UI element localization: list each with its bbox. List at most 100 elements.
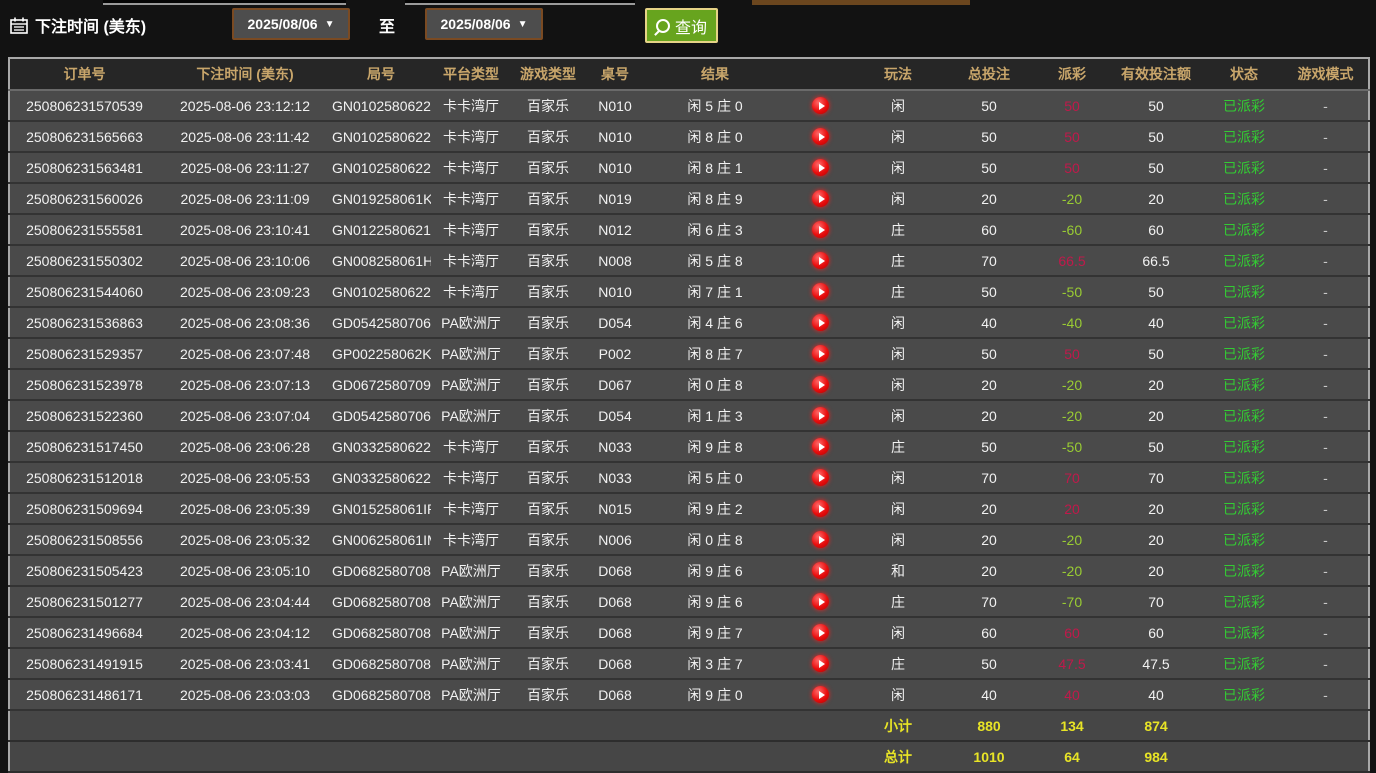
cell-result: 闲 8 庄 9 xyxy=(645,183,785,214)
query-button[interactable]: 查询 xyxy=(645,8,718,43)
cell-result: 闲 7 庄 1 xyxy=(645,276,785,307)
cell-status: 已派彩 xyxy=(1205,90,1283,121)
cell-valid: 50 xyxy=(1107,431,1205,462)
table-row: 2508062315293572025-08-06 23:07:48GP0022… xyxy=(9,338,1369,369)
date-from-select[interactable]: 2025/08/06 ▼ xyxy=(232,8,350,40)
column-header-order: 订单号 xyxy=(9,58,159,90)
cell-order: 250806231486171 xyxy=(9,679,159,710)
cell-bet: 50 xyxy=(941,121,1037,152)
cell-play: 闲 xyxy=(855,524,941,555)
cell-mode: - xyxy=(1283,679,1369,710)
grand-total-row: 总计101064984 xyxy=(9,741,1369,772)
cell-bet: 20 xyxy=(941,493,1037,524)
bet-records-table-wrapper: 订单号下注时间 (美东)局号平台类型游戏类型桌号结果玩法总投注派彩有效投注额状态… xyxy=(8,57,1368,773)
table-row: 2508062315555812025-08-06 23:10:41GN0122… xyxy=(9,214,1369,245)
cell-result: 闲 1 庄 3 xyxy=(645,400,785,431)
cell-play: 庄 xyxy=(855,586,941,617)
cell-round: GD0672580709U xyxy=(331,369,431,400)
play-video-button[interactable] xyxy=(812,252,829,269)
cell-round: GD06825807083 xyxy=(331,617,431,648)
cell-payout: -20 xyxy=(1037,555,1107,586)
cell-time: 2025-08-06 23:05:39 xyxy=(159,493,331,524)
date-to-select[interactable]: 2025/08/06 ▼ xyxy=(425,8,543,40)
play-video-button[interactable] xyxy=(812,128,829,145)
table-row: 2508062315096942025-08-06 23:05:39GN0152… xyxy=(9,493,1369,524)
play-video-button[interactable] xyxy=(812,655,829,672)
subtotal-row: 小计880134874 xyxy=(9,710,1369,741)
cell-platform: 卡卡湾厅 xyxy=(431,462,511,493)
table-row: 2508062314919152025-08-06 23:03:41GD0682… xyxy=(9,648,1369,679)
cell-game: 百家乐 xyxy=(511,493,585,524)
cell-play: 闲 xyxy=(855,338,941,369)
cell-valid: 20 xyxy=(1107,555,1205,586)
cell-payout: 50 xyxy=(1037,90,1107,121)
bet-records-table: 订单号下注时间 (美东)局号平台类型游戏类型桌号结果玩法总投注派彩有效投注额状态… xyxy=(8,57,1370,773)
cell-platform: 卡卡湾厅 xyxy=(431,524,511,555)
cell-payout: -60 xyxy=(1037,214,1107,245)
cell-bet: 50 xyxy=(941,276,1037,307)
grand-total-valid-bet: 984 xyxy=(1107,741,1205,772)
cell-platform: 卡卡湾厅 xyxy=(431,121,511,152)
cell-order: 250806231496684 xyxy=(9,617,159,648)
cell-replay xyxy=(785,617,855,648)
empty-cell xyxy=(1205,710,1369,741)
cell-play: 庄 xyxy=(855,276,941,307)
play-video-button[interactable] xyxy=(812,221,829,238)
cell-status: 已派彩 xyxy=(1205,369,1283,400)
cell-order: 250806231512018 xyxy=(9,462,159,493)
cell-status: 已派彩 xyxy=(1205,276,1283,307)
cell-mode: - xyxy=(1283,152,1369,183)
cell-bet: 40 xyxy=(941,679,1037,710)
column-header-game: 游戏类型 xyxy=(511,58,585,90)
play-video-button[interactable] xyxy=(812,624,829,641)
play-video-button[interactable] xyxy=(812,438,829,455)
cell-bet: 20 xyxy=(941,524,1037,555)
table-row: 2508062315503022025-08-06 23:10:06GN0082… xyxy=(9,245,1369,276)
cell-game: 百家乐 xyxy=(511,369,585,400)
cell-mode: - xyxy=(1283,90,1369,121)
cell-order: 250806231508556 xyxy=(9,524,159,555)
empty-cell xyxy=(9,741,855,772)
cell-valid: 50 xyxy=(1107,152,1205,183)
play-video-button[interactable] xyxy=(812,407,829,424)
table-row: 2508062315120182025-08-06 23:05:53GN0332… xyxy=(9,462,1369,493)
cell-result: 闲 5 庄 0 xyxy=(645,90,785,121)
column-header-result: 结果 xyxy=(645,58,785,90)
cell-table: N033 xyxy=(585,431,645,462)
cell-play: 庄 xyxy=(855,214,941,245)
cell-payout: 66.5 xyxy=(1037,245,1107,276)
play-video-button[interactable] xyxy=(812,469,829,486)
cell-round: GD06825807084 xyxy=(331,586,431,617)
cell-play: 闲 xyxy=(855,617,941,648)
table-row: 2508062315656632025-08-06 23:11:42GN0102… xyxy=(9,121,1369,152)
play-video-button[interactable] xyxy=(812,283,829,300)
cell-payout: 50 xyxy=(1037,338,1107,369)
cell-game: 百家乐 xyxy=(511,121,585,152)
play-video-button[interactable] xyxy=(812,531,829,548)
cell-table: D068 xyxy=(585,679,645,710)
play-video-button[interactable] xyxy=(812,97,829,114)
cell-mode: - xyxy=(1283,307,1369,338)
play-video-button[interactable] xyxy=(812,314,829,331)
cell-valid: 20 xyxy=(1107,183,1205,214)
search-icon xyxy=(656,19,670,33)
table-header-row: 订单号下注时间 (美东)局号平台类型游戏类型桌号结果玩法总投注派彩有效投注额状态… xyxy=(9,58,1369,90)
cell-table: N010 xyxy=(585,90,645,121)
play-video-button[interactable] xyxy=(812,190,829,207)
play-video-button[interactable] xyxy=(812,500,829,517)
cell-play: 闲 xyxy=(855,369,941,400)
play-video-button[interactable] xyxy=(812,376,829,393)
cell-time: 2025-08-06 23:06:28 xyxy=(159,431,331,462)
play-video-button[interactable] xyxy=(812,345,829,362)
cell-bet: 60 xyxy=(941,617,1037,648)
play-video-button[interactable] xyxy=(812,593,829,610)
cell-round: GN0102580622V xyxy=(331,121,431,152)
play-video-button[interactable] xyxy=(812,686,829,703)
cell-platform: 卡卡湾厅 xyxy=(431,493,511,524)
cell-table: D068 xyxy=(585,586,645,617)
play-video-button[interactable] xyxy=(812,562,829,579)
play-video-button[interactable] xyxy=(812,159,829,176)
cell-replay xyxy=(785,524,855,555)
cell-time: 2025-08-06 23:05:32 xyxy=(159,524,331,555)
cell-order: 250806231529357 xyxy=(9,338,159,369)
